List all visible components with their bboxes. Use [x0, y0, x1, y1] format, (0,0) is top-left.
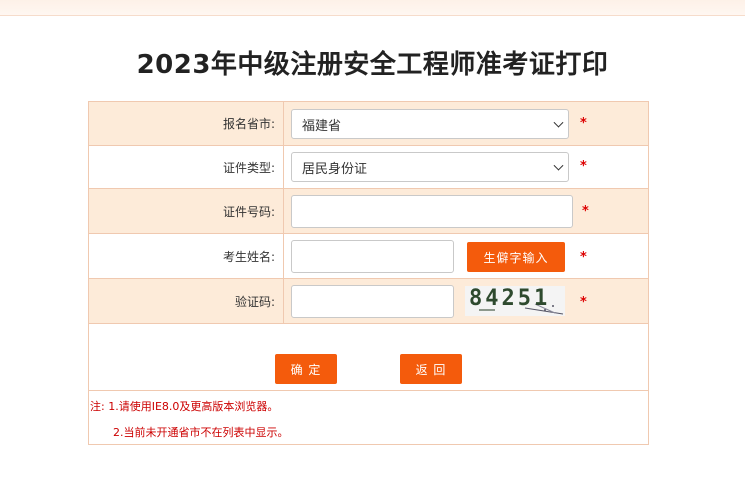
back-button[interactable]: 返 回: [400, 354, 462, 384]
province-label: 报名省市:: [89, 102, 284, 145]
id-type-value: 居民身份证: [302, 161, 368, 177]
top-banner: [0, 0, 745, 16]
id-number-label: 证件号码:: [89, 189, 284, 233]
province-row: 报名省市: 福建省 *: [89, 102, 648, 146]
captcha-label: 验证码:: [89, 279, 284, 323]
note-line-2: 2.当前未开通省市不在列表中显示。: [113, 426, 289, 439]
rare-char-input-button[interactable]: 生僻字输入: [467, 242, 565, 272]
chevron-down-icon: [553, 160, 564, 171]
captcha-input[interactable]: [291, 285, 454, 318]
captcha-row: 验证码: 84251 *: [89, 279, 648, 324]
note-line-1: 注: 1.请使用IE8.0及更高版本浏览器。: [90, 400, 279, 413]
confirm-button[interactable]: 确 定: [275, 354, 337, 384]
id-number-input[interactable]: [291, 195, 573, 228]
captcha-image[interactable]: 84251: [465, 286, 565, 316]
name-row: 考生姓名: 生僻字输入 *: [89, 234, 648, 279]
id-type-row: 证件类型: 居民身份证 *: [89, 146, 648, 189]
required-mark: *: [580, 295, 587, 310]
required-mark: *: [580, 159, 587, 174]
chevron-down-icon: [553, 117, 564, 128]
required-mark: *: [580, 250, 587, 265]
id-type-label: 证件类型:: [89, 146, 284, 188]
province-select[interactable]: 福建省: [291, 109, 569, 139]
captcha-text: 84251: [469, 286, 551, 311]
admission-ticket-form: 报名省市: 福建省 * 证件类型: 居民身份证 * 证件号码: * 考生姓名: …: [88, 101, 649, 445]
id-type-select[interactable]: 居民身份证: [291, 152, 569, 182]
id-number-row: 证件号码: *: [89, 189, 648, 234]
required-mark: *: [582, 204, 589, 219]
required-mark: *: [580, 116, 587, 131]
name-label: 考生姓名:: [89, 234, 284, 278]
name-input[interactable]: [291, 240, 454, 273]
province-value: 福建省: [302, 118, 342, 134]
actions-row: 确 定 返 回: [89, 324, 648, 391]
page-title: 2023年中级注册安全工程师准考证打印: [136, 50, 609, 80]
